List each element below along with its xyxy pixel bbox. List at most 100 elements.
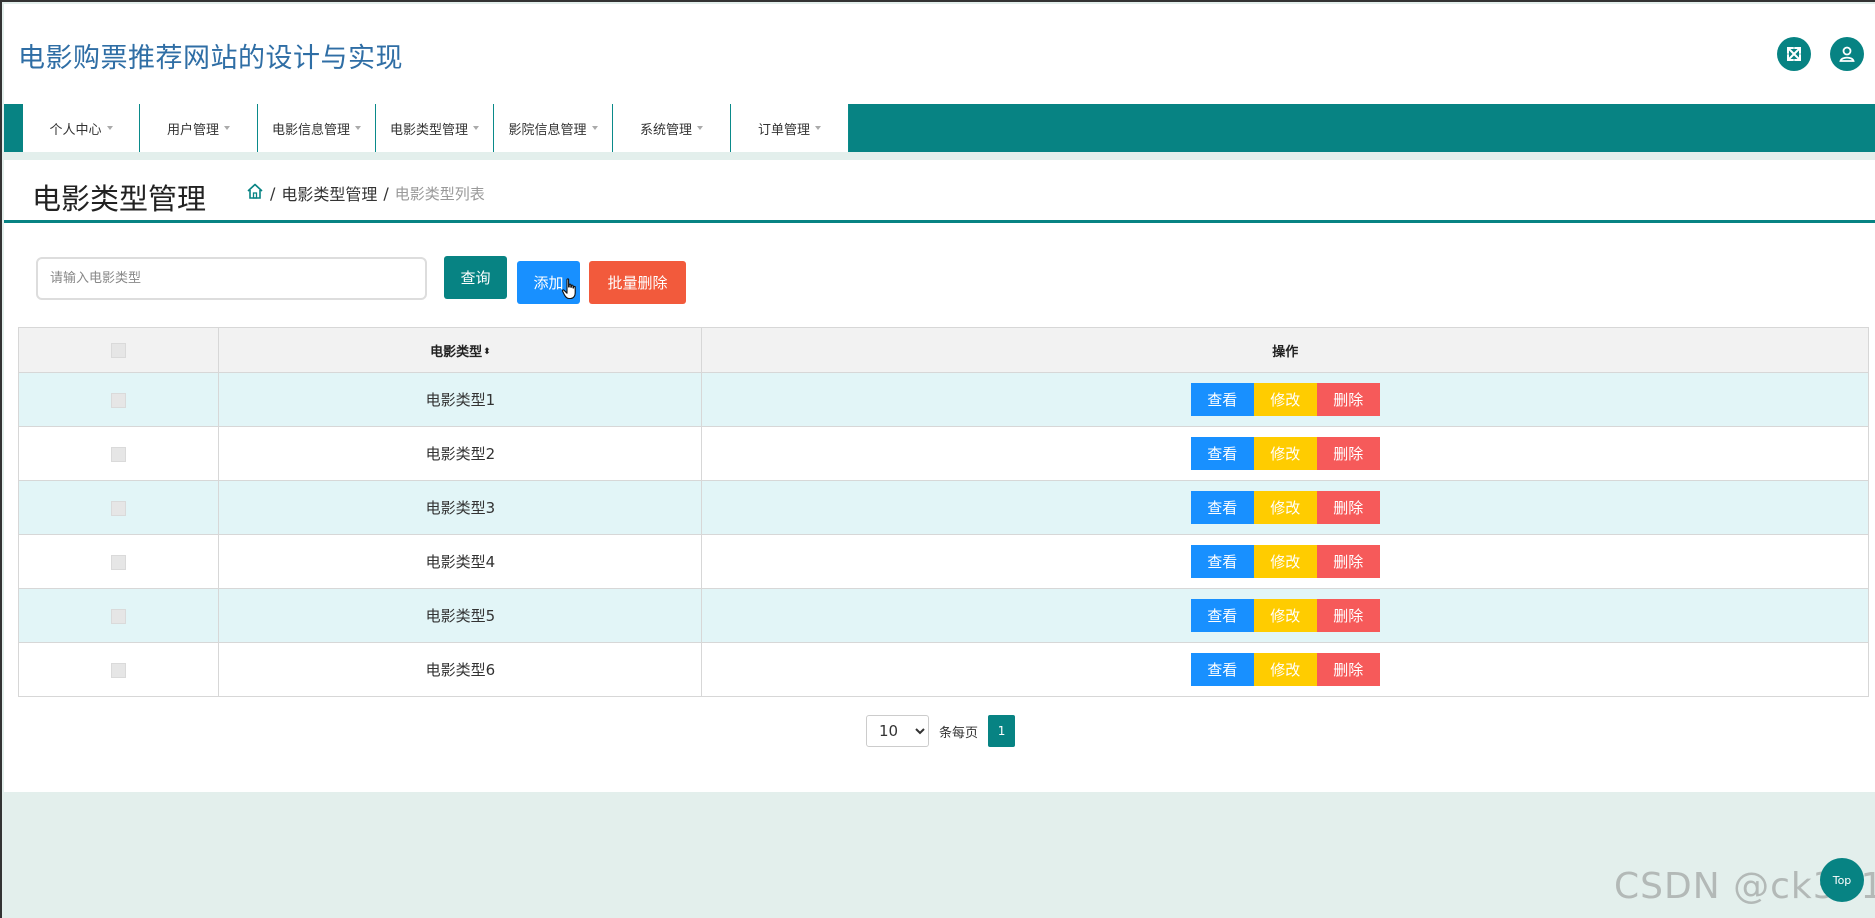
delete-button[interactable]: 删除: [1316, 599, 1380, 632]
row-select-cell: [17, 372, 220, 427]
home-icon[interactable]: [246, 182, 264, 204]
batch-delete-button[interactable]: 批量删除: [589, 261, 686, 304]
nav-item-user-management[interactable]: 用户管理: [140, 104, 258, 152]
nav-item-label: 个人中心: [49, 122, 102, 138]
table-header-row: 电影类型⬍ 操作: [17, 327, 1869, 373]
breadcrumb-separator: /: [383, 183, 389, 203]
nav-item-order-management[interactable]: 订单管理: [731, 104, 849, 152]
caret-down-icon: [224, 126, 230, 130]
view-button[interactable]: 查看: [1190, 383, 1254, 416]
user-icon[interactable]: [1830, 37, 1864, 71]
page-size-select[interactable]: 10: [866, 715, 929, 747]
caret-down-icon: [355, 126, 361, 130]
delete-button[interactable]: 删除: [1316, 653, 1380, 686]
fullscreen-icon[interactable]: [1777, 37, 1811, 71]
row-actions-cell: 查看 修改 删除: [701, 426, 1869, 481]
caret-down-icon: [591, 126, 598, 130]
table-row: 电影类型3 查看 修改 删除: [17, 480, 1869, 535]
hand-cursor-icon: [561, 278, 576, 300]
nav-item-label: 电影类型管理: [389, 122, 468, 138]
caret-down-icon: [473, 126, 479, 130]
back-to-top-button[interactable]: Top: [1820, 858, 1864, 902]
movie-type-cell: 电影类型5: [218, 588, 703, 643]
row-select-cell: [17, 480, 220, 535]
row-checkbox[interactable]: [111, 554, 127, 570]
row-select-cell: [17, 642, 220, 697]
table-row: 电影类型4 查看 修改 删除: [17, 534, 1869, 589]
caret-down-icon: [697, 126, 703, 130]
row-actions-cell: 查看 修改 删除: [701, 588, 1869, 643]
row-checkbox[interactable]: [111, 662, 127, 678]
edit-button[interactable]: 修改: [1253, 383, 1317, 416]
caret-down-icon: [106, 126, 113, 130]
row-checkbox[interactable]: [111, 608, 127, 624]
delete-button[interactable]: 删除: [1316, 545, 1380, 578]
nav-item-label: 系统管理: [639, 122, 692, 138]
row-select-cell: [17, 534, 220, 589]
select-all-checkbox[interactable]: [111, 342, 127, 358]
view-button[interactable]: 查看: [1190, 599, 1254, 632]
breadcrumb: / 电影类型管理 / 电影类型列表: [246, 181, 485, 205]
page-title: 电影类型管理: [32, 182, 207, 216]
edit-button[interactable]: 修改: [1253, 437, 1317, 470]
page-header: 电影类型管理 / 电影类型管理 / 电影类型列表: [4, 160, 1875, 223]
sort-icon[interactable]: ⬍: [483, 347, 491, 357]
view-button[interactable]: 查看: [1190, 545, 1254, 578]
edit-button[interactable]: 修改: [1253, 653, 1317, 686]
delete-button[interactable]: 删除: [1316, 437, 1380, 470]
row-select-cell: [17, 426, 220, 481]
movie-type-cell: 电影类型3: [218, 480, 703, 535]
nav-item-personal-center[interactable]: 个人中心: [23, 104, 140, 152]
row-actions-cell: 查看 修改 删除: [701, 642, 1869, 697]
view-button[interactable]: 查看: [1190, 653, 1254, 686]
actions-header: 操作: [701, 327, 1869, 373]
table-row: 电影类型1 查看 修改 删除: [17, 372, 1869, 427]
row-actions-cell: 查看 修改 删除: [701, 480, 1869, 535]
search-input[interactable]: [36, 257, 427, 300]
movie-type-table: 电影类型⬍ 操作 电影类型1 查看 修改 删除 电影类型2 查看 修改 删除 电…: [17, 327, 1869, 697]
table-row: 电影类型6 查看 修改 删除: [17, 642, 1869, 697]
nav-item-label: 用户管理: [166, 122, 219, 138]
row-checkbox[interactable]: [111, 446, 127, 462]
query-button[interactable]: 查询: [444, 256, 507, 299]
row-actions-cell: 查看 修改 删除: [701, 372, 1869, 427]
row-checkbox[interactable]: [111, 392, 127, 408]
breadcrumb-separator: /: [270, 183, 276, 203]
edit-button[interactable]: 修改: [1253, 491, 1317, 524]
table-row: 电影类型5 查看 修改 删除: [17, 588, 1869, 643]
edit-button[interactable]: 修改: [1253, 545, 1317, 578]
movie-type-cell: 电影类型2: [218, 426, 703, 481]
top-nav: 个人中心 用户管理 电影信息管理 电影类型管理 影院信息管理 系统管理 订单管理: [4, 104, 1875, 152]
select-all-cell: [17, 327, 220, 373]
row-checkbox[interactable]: [111, 500, 127, 516]
movie-type-cell: 电影类型1: [218, 372, 703, 427]
site-title: 电影购票推荐网站的设计与实现: [18, 43, 403, 74]
movie-type-cell: 电影类型4: [218, 534, 703, 589]
nav-item-system-management[interactable]: 系统管理: [613, 104, 731, 152]
nav-divider: [4, 152, 1875, 160]
delete-button[interactable]: 删除: [1316, 491, 1380, 524]
view-button[interactable]: 查看: [1190, 437, 1254, 470]
breadcrumb-current: 电影类型列表: [394, 184, 485, 203]
row-actions-cell: 查看 修改 删除: [701, 534, 1869, 589]
movie-type-header-label: 电影类型: [430, 344, 483, 360]
page: 电影购票推荐网站的设计与实现 个人中心 用户管理 电影信息管理 电影类型管理 影…: [0, 0, 1875, 918]
nav-item-movie-info-management[interactable]: 电影信息管理: [258, 104, 376, 152]
movie-type-header[interactable]: 电影类型⬍: [218, 327, 703, 373]
movie-type-cell: 电影类型6: [218, 642, 703, 697]
breadcrumb-section[interactable]: 电影类型管理: [281, 181, 377, 205]
nav-item-cinema-info-management[interactable]: 影院信息管理: [494, 104, 613, 152]
main-content: 电影类型管理 / 电影类型管理 / 电影类型列表 查询 添加 批量删除: [4, 160, 1875, 792]
caret-down-icon: [815, 126, 821, 130]
nav-item-movie-type-management[interactable]: 电影类型管理: [376, 104, 494, 152]
edit-button[interactable]: 修改: [1253, 599, 1317, 632]
nav-item-label: 影院信息管理: [508, 122, 587, 138]
table-row: 电影类型2 查看 修改 删除: [17, 426, 1869, 481]
delete-button[interactable]: 删除: [1316, 383, 1380, 416]
page-number-button[interactable]: 1: [988, 715, 1016, 747]
per-page-label: 条每页: [939, 725, 979, 741]
nav-item-label: 电影信息管理: [271, 122, 350, 138]
row-select-cell: [17, 588, 220, 643]
pagination: 10 条每页 1: [866, 715, 1016, 747]
view-button[interactable]: 查看: [1190, 491, 1254, 524]
